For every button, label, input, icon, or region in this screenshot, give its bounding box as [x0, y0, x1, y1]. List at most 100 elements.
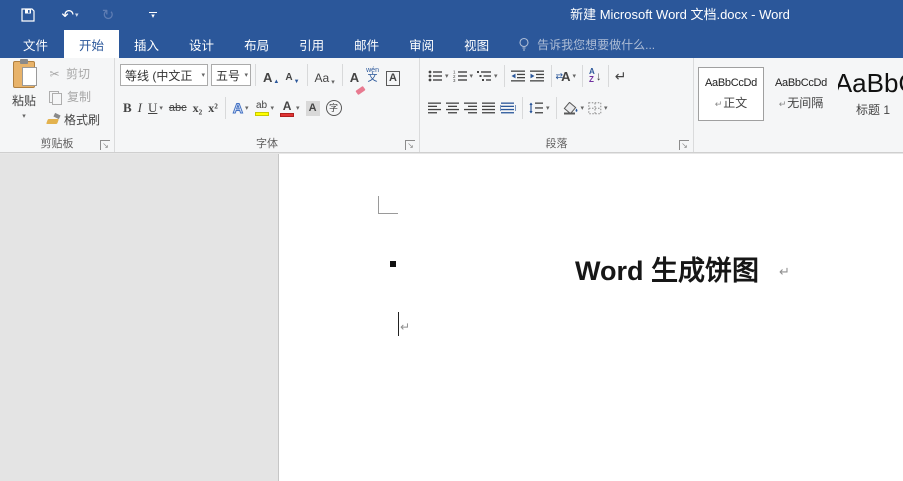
- svg-text:3: 3: [453, 78, 456, 82]
- undo-button[interactable]: ↶ ▾: [60, 6, 80, 24]
- chevron-down-icon[interactable]: ▾: [201, 71, 205, 79]
- paragraph-group-label: 段落: [420, 135, 693, 151]
- style-sample: AaBbC: [838, 70, 903, 96]
- align-left-icon: [428, 102, 442, 114]
- align-right-icon: [464, 102, 478, 114]
- pilcrow-icon: ↵: [715, 99, 723, 109]
- tab-references[interactable]: 引用: [284, 30, 339, 58]
- group-paragraph: ▾ 123 ▾ ▾ ⇄: [420, 58, 694, 152]
- font-size-value: 五号: [216, 67, 240, 84]
- style-name: ↵无间隔: [779, 94, 824, 111]
- line-spacing-icon: [529, 102, 544, 114]
- format-painter-icon: [46, 113, 60, 126]
- group-font: 等线 (中文正 ▾ 五号 ▾ A▲ A▼ Aa▾: [115, 58, 420, 152]
- pilcrow-icon: ↵: [779, 99, 787, 109]
- show-hide-marks-button[interactable]: ↵: [613, 64, 629, 88]
- chevron-down-icon[interactable]: ▾: [244, 71, 248, 79]
- tab-view[interactable]: 视图: [449, 30, 504, 58]
- save-icon[interactable]: [18, 8, 38, 22]
- redo-button-disabled: ↻: [98, 6, 118, 24]
- underline-button[interactable]: U▾: [145, 96, 166, 120]
- text-effects-button[interactable]: A▾: [230, 96, 252, 120]
- bold-button[interactable]: B: [120, 96, 135, 120]
- distribute-icon: [500, 102, 516, 114]
- font-dialog-launcher[interactable]: ↘: [405, 140, 415, 150]
- decrease-indent-button[interactable]: [509, 64, 528, 88]
- enclose-characters-button[interactable]: 字: [323, 96, 345, 120]
- line-spacing-button[interactable]: ▾: [527, 96, 552, 120]
- format-painter-button[interactable]: 格式刷: [46, 108, 100, 131]
- superscript-button[interactable]: x²: [205, 96, 221, 120]
- sort-button[interactable]: AZ ↓: [587, 64, 604, 88]
- distribute-button[interactable]: [498, 96, 518, 120]
- scissors-icon: ✂: [46, 67, 63, 81]
- document-heading[interactable]: Word 生成饼图: [575, 249, 759, 288]
- change-case-button[interactable]: Aa▾: [312, 64, 338, 86]
- paste-button[interactable]: 粘贴 ▾: [4, 61, 44, 133]
- bullets-button[interactable]: ▾: [426, 64, 451, 88]
- phonetic-guide-button[interactable]: wén 文: [366, 67, 379, 84]
- customize-qat-button[interactable]: ▾: [146, 12, 160, 19]
- font-group-label: 字体: [115, 135, 419, 151]
- increase-indent-button[interactable]: [528, 64, 547, 88]
- chevron-down-icon: ▾: [151, 15, 155, 19]
- character-border-button[interactable]: A: [383, 64, 403, 86]
- redo-icon: ↻: [102, 6, 115, 24]
- align-center-button[interactable]: [444, 96, 462, 120]
- margin-corner-mark: [378, 196, 398, 214]
- quick-access-toolbar: ↶ ▾ ↻ ▾: [0, 0, 160, 30]
- tell-me-placeholder[interactable]: 告诉我您想要做什么...: [537, 36, 655, 53]
- shrink-font-button[interactable]: A▼: [282, 64, 302, 86]
- strikethrough-button[interactable]: abc: [166, 96, 190, 120]
- numbering-button[interactable]: 123 ▾: [451, 64, 476, 88]
- paragraph-dialog-launcher[interactable]: ↘: [679, 140, 689, 150]
- multilevel-list-button[interactable]: ▾: [475, 64, 500, 88]
- pilcrow-icon: ↵: [400, 320, 410, 334]
- document-page[interactable]: [278, 154, 903, 481]
- subscript-button[interactable]: x₂: [190, 96, 206, 120]
- bullet-list-icon: [428, 70, 443, 82]
- justify-button[interactable]: [480, 96, 498, 120]
- decrease-indent-icon: [511, 70, 526, 82]
- font-color-button[interactable]: A ▾: [277, 96, 303, 120]
- style-heading1[interactable]: AaBbC 标题 1: [838, 67, 903, 121]
- align-center-icon: [446, 102, 460, 114]
- asian-layout-button[interactable]: ⇄ A ▾: [556, 64, 578, 88]
- tab-layout[interactable]: 布局: [229, 30, 284, 58]
- multilevel-list-icon: [477, 70, 492, 82]
- tell-me-box[interactable]: 告诉我您想要做什么...: [518, 30, 655, 58]
- tab-home[interactable]: 开始: [64, 30, 119, 58]
- copy-icon: [49, 91, 60, 103]
- tab-review[interactable]: 审阅: [394, 30, 449, 58]
- tab-insert[interactable]: 插入: [119, 30, 174, 58]
- ribbon: 粘贴 ▾ ✂ 剪切 复制 格式刷 剪贴板 ↘: [0, 58, 903, 153]
- document-area: Word 生成饼图 ↵ ↵: [0, 154, 903, 481]
- character-shading-button[interactable]: A: [303, 96, 323, 120]
- clipboard-dialog-launcher[interactable]: ↘: [100, 140, 110, 150]
- style-normal[interactable]: AaBbCcDd ↵正文: [698, 67, 764, 121]
- style-no-spacing[interactable]: AaBbCcDd ↵无间隔: [768, 67, 834, 121]
- justify-icon: [482, 102, 496, 114]
- format-painter-label: 格式刷: [64, 111, 100, 128]
- borders-button[interactable]: ▾: [586, 96, 610, 120]
- style-name: ↵正文: [715, 94, 748, 111]
- tab-design[interactable]: 设计: [174, 30, 229, 58]
- tab-mailings[interactable]: 邮件: [339, 30, 394, 58]
- font-name-combobox[interactable]: 等线 (中文正 ▾: [120, 64, 208, 86]
- clear-formatting-button[interactable]: A: [347, 64, 362, 86]
- italic-button[interactable]: I: [135, 96, 145, 120]
- undo-dropdown-icon[interactable]: ▾: [75, 11, 79, 19]
- style-sample: AaBbCcDd: [705, 77, 757, 89]
- ribbon-tab-bar: 文件 开始 插入 设计 布局 引用 邮件 审阅 视图 告诉我您想要做什么...: [0, 30, 903, 58]
- group-clipboard: 粘贴 ▾ ✂ 剪切 复制 格式刷 剪贴板 ↘: [0, 58, 115, 152]
- tab-file[interactable]: 文件: [7, 30, 64, 58]
- align-right-button[interactable]: [462, 96, 480, 120]
- font-size-combobox[interactable]: 五号 ▾: [211, 64, 251, 86]
- grow-font-button[interactable]: A▲: [260, 64, 282, 86]
- shading-button[interactable]: ▾: [561, 96, 587, 120]
- align-left-button[interactable]: [426, 96, 444, 120]
- shading-bucket-icon: [563, 102, 579, 115]
- text-highlight-button[interactable]: ab ▾: [252, 96, 278, 120]
- clipboard-group-label: 剪贴板: [0, 135, 114, 151]
- paste-dropdown-icon[interactable]: ▾: [22, 112, 26, 120]
